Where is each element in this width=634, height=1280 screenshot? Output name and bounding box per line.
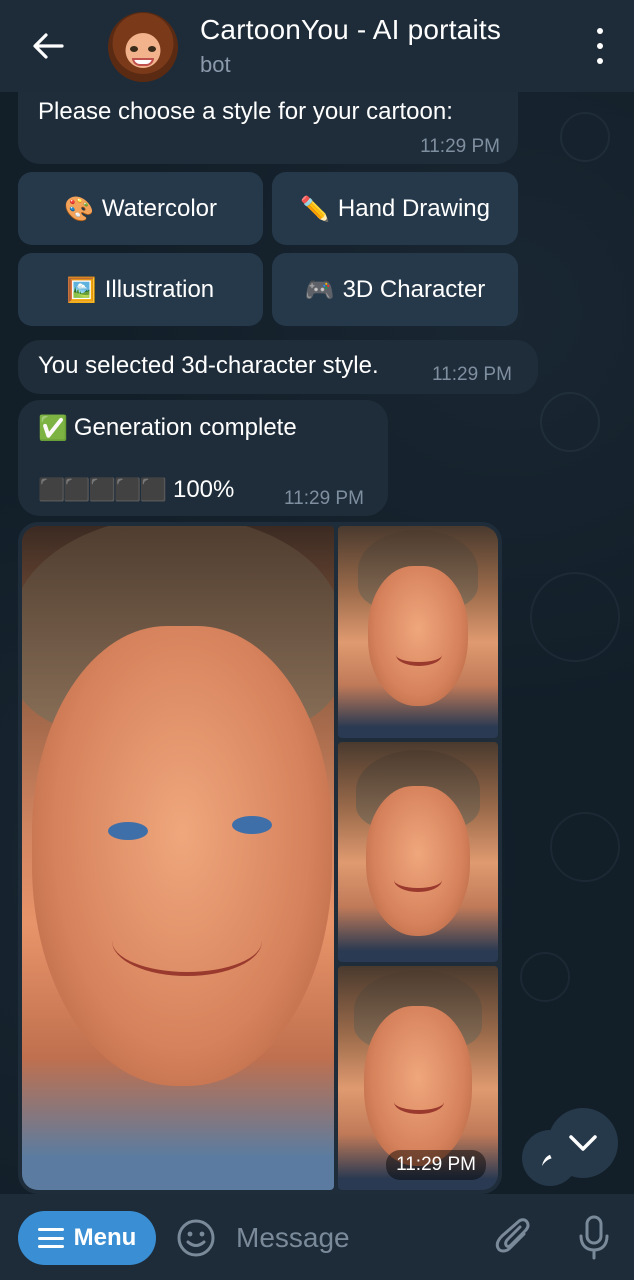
menu-button[interactable]: Menu [18, 1211, 156, 1265]
check-mark-icon: ✅ [38, 414, 68, 442]
progress-row: ⬛⬛⬛⬛⬛ 100% [38, 476, 234, 504]
button-label: Watercolor [101, 194, 218, 222]
menu-label: Menu [73, 1224, 137, 1251]
portrait-image-small-2[interactable] [338, 742, 498, 962]
progress-percent: 100% [172, 476, 235, 503]
face-shape [368, 566, 468, 706]
avatar-mouth [132, 58, 154, 66]
style-button-illustration[interactable]: 🖼️ Illustration [18, 253, 263, 326]
message-time: 11:29 PM [432, 364, 512, 385]
style-button-3d-character[interactable]: 🎮 3D Character [272, 253, 518, 326]
message-bubble-generation: ✅ Generation complete ⬛⬛⬛⬛⬛ 100% 11:29 P… [18, 400, 388, 516]
message-text: You selected 3d-character style. [38, 352, 379, 379]
smile-shape [394, 1090, 444, 1114]
gamepad-icon: 🎮 [304, 275, 335, 304]
more-options-icon[interactable] [590, 28, 610, 64]
scroll-down-button[interactable] [548, 1108, 618, 1178]
palette-icon: 🎨 [63, 194, 94, 223]
message-bubble-selected: You selected 3d-character style. 11:29 P… [18, 340, 538, 394]
avatar-eye [130, 46, 138, 52]
button-label: Hand Drawing [337, 194, 490, 222]
paperclip-icon[interactable] [494, 1216, 534, 1260]
portrait-image-large[interactable] [22, 526, 334, 1190]
portrait-image-small-1[interactable] [338, 526, 498, 738]
pencil-icon: ✏️ [300, 194, 330, 223]
hamburger-icon [37, 1228, 64, 1248]
message-input-bar: Menu [0, 1194, 634, 1280]
message-input[interactable] [236, 1218, 476, 1258]
doodle-decoration [550, 812, 620, 882]
message-time: 11:29 PM [420, 136, 500, 157]
doodle-decoration [560, 112, 610, 162]
eye-shape [108, 822, 148, 840]
smile-shape [112, 906, 262, 976]
generation-title: Generation complete [73, 414, 297, 441]
doodle-decoration [530, 572, 620, 662]
message-bubble-style-prompt: Please choose a style for your cartoon: … [18, 92, 518, 164]
style-button-hand-drawing[interactable]: ✏️ Hand Drawing [272, 172, 518, 245]
face-shape [364, 1006, 472, 1166]
smile-shape [394, 868, 442, 892]
back-arrow-icon[interactable] [28, 26, 68, 66]
button-label: 3D Character [342, 275, 486, 303]
smile-shape [396, 644, 442, 666]
doodle-decoration [540, 392, 600, 452]
progress-blocks: ⬛⬛⬛⬛⬛ [38, 477, 167, 503]
message-text: Please choose a style for your cartoon: [38, 98, 453, 125]
chat-subtitle: bot [200, 52, 231, 77]
image-time: 11:29 PM [386, 1150, 486, 1180]
generation-title-row: ✅ Generation complete [38, 414, 297, 442]
avatar-eye [148, 46, 156, 52]
face-shape [32, 626, 332, 1086]
eye-shape [232, 816, 272, 834]
chat-title[interactable]: CartoonYou - AI portaits [200, 14, 501, 46]
button-label: Illustration [104, 275, 215, 303]
framed-picture-icon: 🖼️ [66, 275, 97, 304]
face-shape [366, 786, 470, 936]
message-time: 11:29 PM [284, 488, 364, 509]
chevron-down-icon [569, 1135, 597, 1151]
emoji-icon[interactable] [176, 1218, 216, 1258]
microphone-icon[interactable] [574, 1214, 614, 1262]
style-button-watercolor[interactable]: 🎨 Watercolor [18, 172, 263, 245]
doodle-decoration [520, 952, 570, 1002]
bot-avatar[interactable] [108, 12, 178, 82]
image-album: 11:29 PM [18, 522, 502, 1194]
chat-header: CartoonYou - AI portaits bot [0, 0, 634, 92]
